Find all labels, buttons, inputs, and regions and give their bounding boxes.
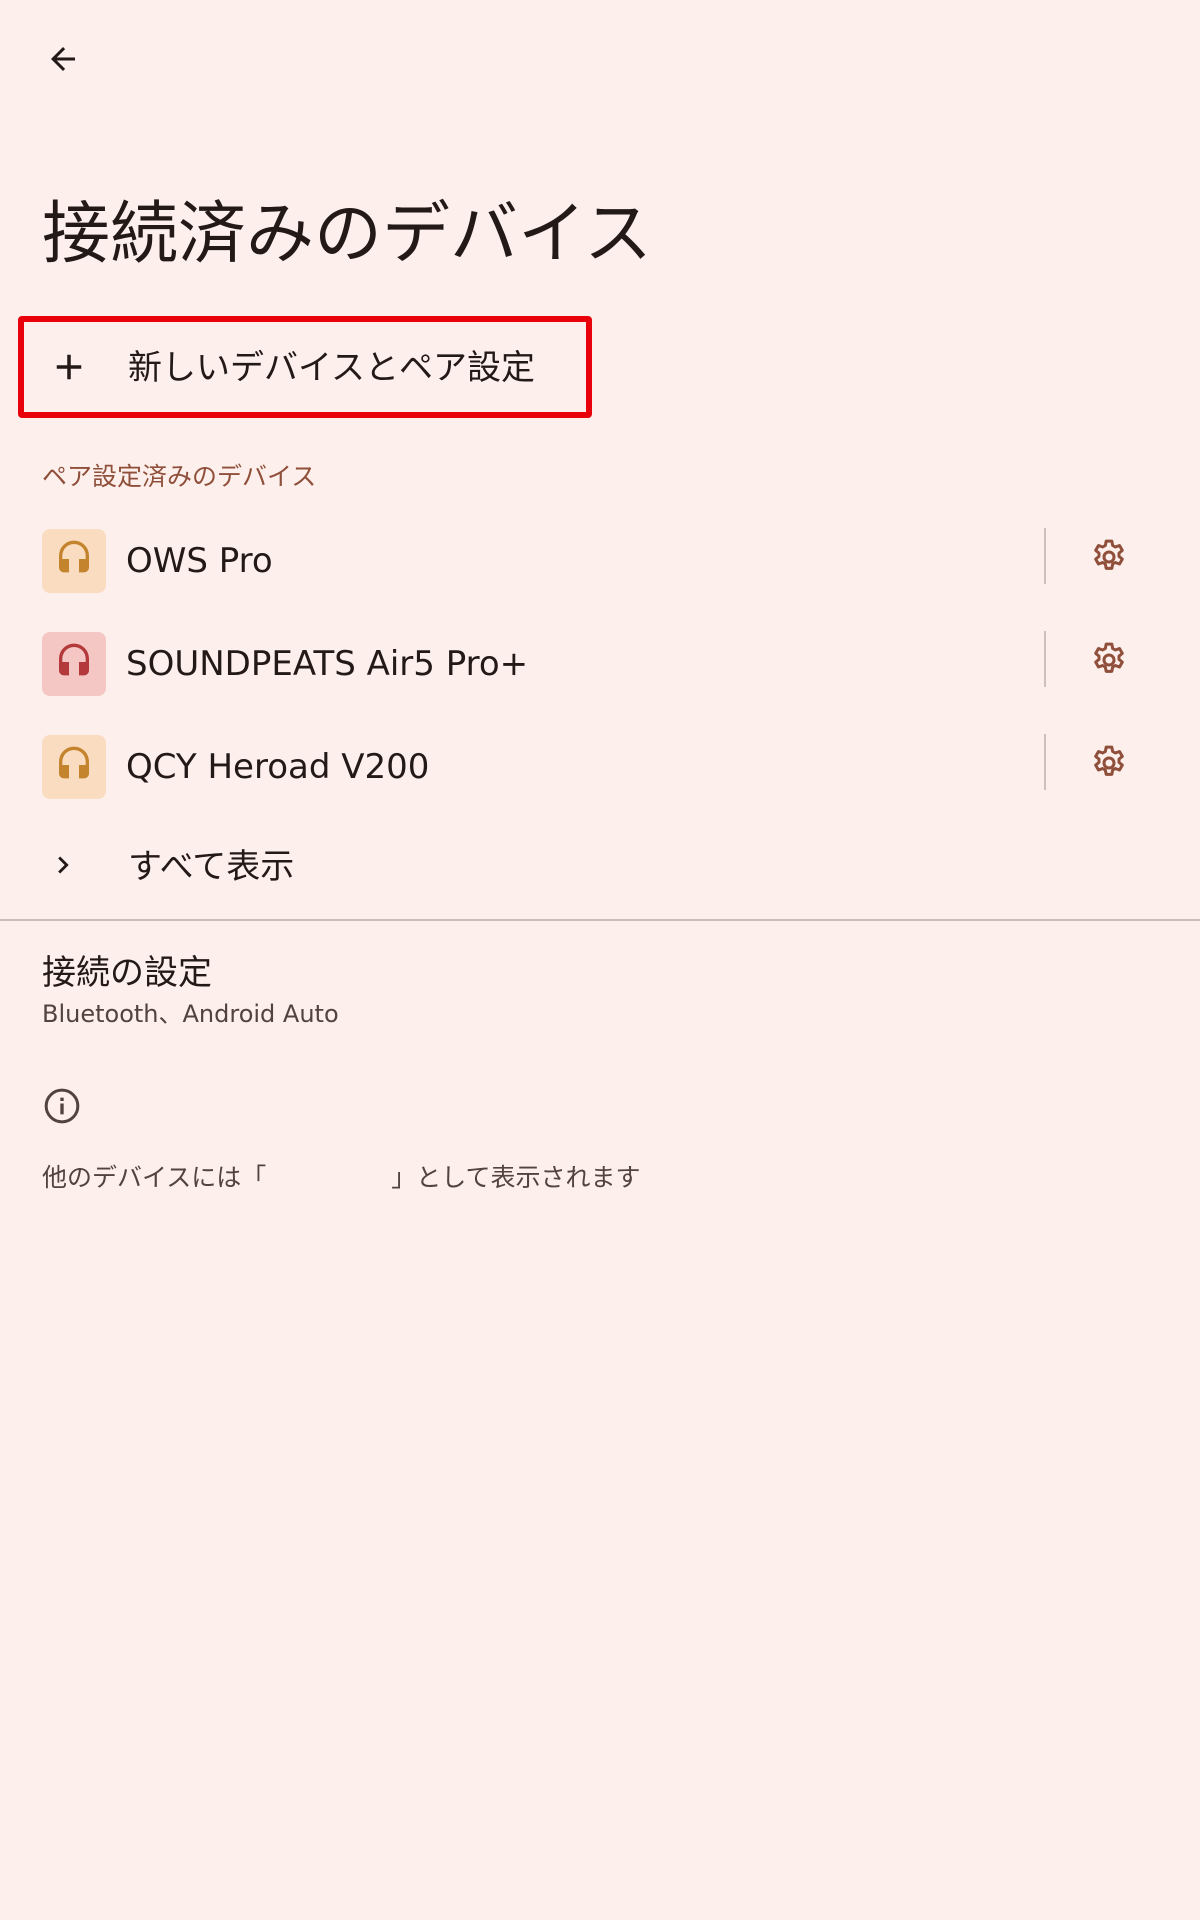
gear-icon — [1089, 640, 1129, 684]
headset-icon — [54, 539, 94, 583]
chevron-right-icon — [46, 848, 80, 882]
device-settings-button[interactable] — [1078, 631, 1140, 693]
device-name: SOUNDPEATS Air5 Pro+ — [126, 644, 529, 684]
device-row[interactable]: SOUNDPEATS Air5 Pro+ — [0, 613, 1200, 716]
divider — [1044, 528, 1046, 584]
device-name: OWS Pro — [126, 541, 273, 581]
paired-devices-header: ペア設定済みのデバイス — [42, 462, 317, 491]
arrow-back-icon — [45, 41, 81, 81]
see-all-label: すべて表示 — [128, 847, 295, 887]
info-icon — [42, 1086, 82, 1126]
plus-icon — [48, 346, 90, 388]
divider — [1044, 734, 1046, 790]
connection-preferences-item[interactable]: 接続の設定 Bluetooth、Android Auto — [0, 940, 1200, 1060]
device-name: QCY Heroad V200 — [126, 747, 430, 787]
device-settings-button[interactable] — [1078, 528, 1140, 590]
page-title: 接続済みのデバイス — [42, 195, 652, 274]
pair-new-device-label: 新しいデバイスとペア設定 — [128, 348, 535, 388]
device-row[interactable]: QCY Heroad V200 — [0, 716, 1200, 819]
device-row[interactable]: OWS Pro — [0, 510, 1200, 613]
section-divider — [0, 919, 1200, 921]
device-settings-button[interactable] — [1078, 734, 1140, 796]
gear-icon — [1089, 537, 1129, 581]
device-icon-container — [42, 735, 106, 799]
headset-icon — [54, 745, 94, 789]
headset-icon — [54, 642, 94, 686]
connection-preferences-subtitle: Bluetooth、Android Auto — [42, 1000, 339, 1028]
device-icon-container — [42, 529, 106, 593]
gear-icon — [1089, 743, 1129, 787]
pair-new-device-button[interactable]: 新しいデバイスとペア設定 — [18, 316, 592, 418]
device-visible-name-text: 他のデバイスには「 」として表示されます — [42, 1163, 641, 1192]
see-all-button[interactable]: すべて表示 — [0, 828, 1200, 912]
device-icon-container — [42, 632, 106, 696]
divider — [1044, 631, 1046, 687]
connection-preferences-title: 接続の設定 — [42, 953, 212, 993]
back-button[interactable] — [30, 28, 96, 94]
